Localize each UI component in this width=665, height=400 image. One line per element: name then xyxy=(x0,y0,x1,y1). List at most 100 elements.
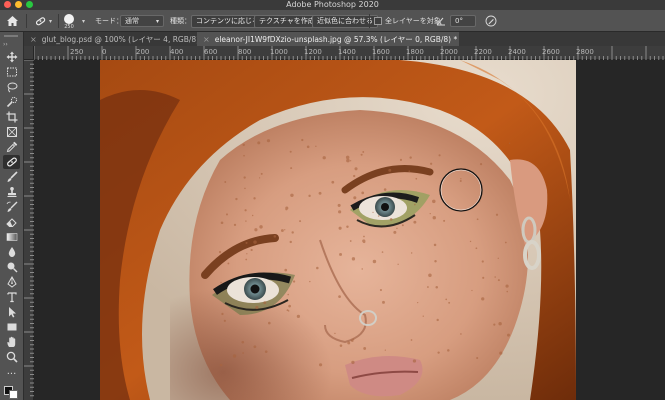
tab-label: glut_blog.psd @ 100% (レイヤー 4, RGB/8) * xyxy=(41,34,206,44)
tab-glut-blog[interactable]: × glut_blog.psd @ 100% (レイヤー 4, RGB/8) * xyxy=(24,32,205,46)
zoom-icon xyxy=(6,351,18,363)
ruler-label: 2200 xyxy=(474,48,492,56)
close-tab-icon[interactable]: × xyxy=(203,35,210,44)
pressure-size-button[interactable] xyxy=(485,10,497,32)
path-select-icon xyxy=(8,307,16,318)
ellipsis-icon: ··· xyxy=(6,369,17,380)
clone-stamp-tool[interactable] xyxy=(3,185,20,199)
blur-icon xyxy=(8,247,15,257)
spot-healing-brush-icon xyxy=(6,157,17,167)
toolbar-collapse[interactable]: ›› xyxy=(3,41,8,48)
chevron-down-icon: ▾ xyxy=(49,17,53,25)
ruler-label: 200 xyxy=(136,48,150,56)
horizontal-ruler[interactable]: 250 0 200 400 600 800 1000 1200 1400 160… xyxy=(34,46,665,60)
ruler-label: 2800 xyxy=(576,48,594,56)
ruler-label: 1400 xyxy=(338,48,356,56)
ruler-label: 1200 xyxy=(304,48,322,56)
tab-label: eleanor-JI1W9fDXzio-unsplash.jpg @ 57.3%… xyxy=(214,34,458,44)
eraser-icon xyxy=(5,218,17,227)
history-brush-tool[interactable] xyxy=(3,200,20,214)
rectangle-icon xyxy=(7,323,16,331)
chevron-down-icon: ▾ xyxy=(155,17,159,25)
type-label: 種類： xyxy=(170,17,191,25)
tool-preset-picker[interactable]: ▾ xyxy=(34,10,52,32)
lasso-tool[interactable] xyxy=(3,80,20,94)
marquee-tool[interactable] xyxy=(3,65,20,79)
brush-picker[interactable]: 250 xyxy=(64,10,74,32)
ruler-origin[interactable] xyxy=(24,46,34,60)
pen-pressure-icon xyxy=(485,15,497,27)
angle-control[interactable] xyxy=(436,10,446,32)
create-texture-button[interactable]: テクスチャを作成 xyxy=(254,14,320,28)
gradient-icon xyxy=(6,233,17,241)
crop-tool[interactable] xyxy=(3,110,20,124)
ruler-label: 0 xyxy=(102,48,107,56)
toolbar-grip[interactable] xyxy=(4,35,18,37)
marquee-icon xyxy=(6,67,17,77)
ruler-label: 2000 xyxy=(440,48,458,56)
options-bar: ▾ 250 ▾ モード： 通常 ▾ 種類： コンテンツに応じる テクスチャを作成… xyxy=(0,10,665,32)
gradient-tool[interactable] xyxy=(3,230,20,244)
app-title: Adobe Photoshop 2020 xyxy=(286,0,379,9)
portrait-photo[interactable] xyxy=(100,60,576,400)
tools-panel: ›› ··· xyxy=(0,32,24,400)
angle-value: 0° xyxy=(455,17,463,25)
eyedropper-icon xyxy=(6,141,17,153)
spot-healing-brush-tool[interactable] xyxy=(3,155,20,169)
sample-all-layers-checkbox[interactable] xyxy=(374,17,382,25)
pen-icon xyxy=(6,276,17,288)
hand-icon xyxy=(6,336,15,347)
chevron-down-icon: ▾ xyxy=(82,17,86,25)
title-bar: Adobe Photoshop 2020 xyxy=(0,0,665,10)
frame-tool[interactable] xyxy=(3,125,20,139)
path-select-tool[interactable] xyxy=(3,305,20,319)
ruler-label: 2400 xyxy=(508,48,526,56)
ruler-ticks xyxy=(24,60,34,397)
ruler-label: 1800 xyxy=(406,48,424,56)
mode-select[interactable]: 通常 ▾ xyxy=(120,15,164,27)
quick-select-tool[interactable] xyxy=(3,95,20,109)
vertical-ruler[interactable] xyxy=(24,60,34,400)
brush-picker-chevron[interactable]: ▾ xyxy=(82,10,85,32)
ruler-label: 250 xyxy=(70,48,84,56)
ruler-label: 400 xyxy=(170,48,184,56)
divider xyxy=(58,14,59,28)
eyedropper-tool[interactable] xyxy=(3,140,20,154)
dodge-tool[interactable] xyxy=(3,260,20,274)
mode-value: 通常 xyxy=(125,17,139,25)
spot-healing-brush-icon xyxy=(35,17,46,26)
ruler-label: 800 xyxy=(238,48,252,56)
eraser-tool[interactable] xyxy=(3,215,20,229)
tab-eleanor-photo[interactable]: × eleanor-JI1W9fDXzio-unsplash.jpg @ 57.… xyxy=(197,32,459,46)
divider xyxy=(26,14,27,28)
brush-size-value: 250 xyxy=(64,24,74,30)
document-canvas[interactable] xyxy=(34,60,665,400)
frame-icon xyxy=(6,127,17,137)
move-tool[interactable] xyxy=(3,50,20,64)
ruler-label: 1600 xyxy=(372,48,390,56)
angle-input[interactable]: 0° xyxy=(450,15,476,27)
hand-tool[interactable] xyxy=(3,335,20,349)
zoom-tool[interactable] xyxy=(3,350,20,364)
mode-label: モード： xyxy=(95,17,123,25)
ruler-label: 600 xyxy=(204,48,218,56)
blur-tool[interactable] xyxy=(3,245,20,259)
brush-tool[interactable] xyxy=(3,170,20,184)
pen-tool[interactable] xyxy=(3,275,20,289)
divider xyxy=(369,14,370,28)
history-brush-icon xyxy=(6,201,17,212)
sample-all-layers-toggle[interactable]: 全レイヤーを対象 xyxy=(374,10,441,32)
type-icon xyxy=(6,292,17,303)
ruler-label: 1000 xyxy=(270,48,288,56)
type-tool[interactable] xyxy=(3,290,20,304)
home-button[interactable] xyxy=(6,10,19,32)
dodge-icon xyxy=(7,262,17,273)
close-tab-icon[interactable]: × xyxy=(30,35,37,44)
more-tools-button[interactable]: ··· xyxy=(3,368,20,382)
rectangle-tool[interactable] xyxy=(3,320,20,334)
crop-icon xyxy=(6,111,17,123)
background-color-swatch[interactable] xyxy=(9,390,18,399)
sample-all-layers-label: 全レイヤーを対象 xyxy=(385,17,441,25)
move-tool-icon xyxy=(6,51,17,63)
brush-tip-icon xyxy=(64,14,74,24)
